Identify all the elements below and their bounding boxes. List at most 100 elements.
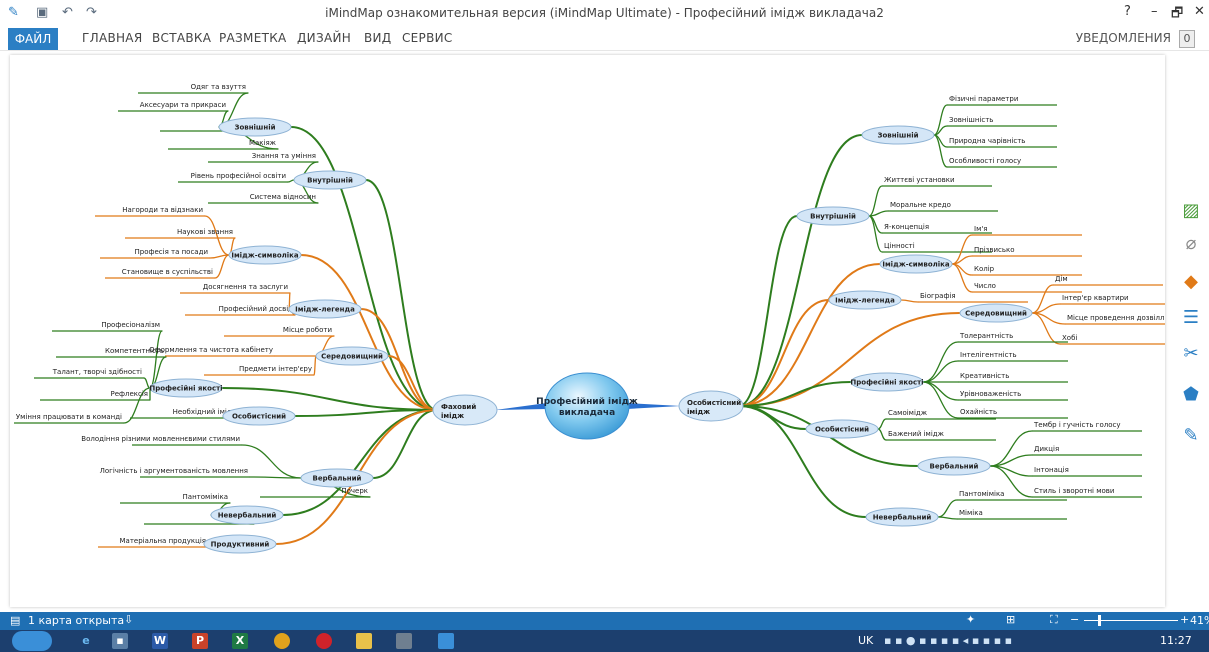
sub-topic-label[interactable]: Професіоналізм: [101, 321, 160, 329]
sub-topic-label[interactable]: Дикція: [1034, 445, 1059, 453]
sub-topic-label[interactable]: Система відносин: [250, 193, 316, 201]
sub-topic-label[interactable]: Досягнення та заслуги: [203, 283, 288, 291]
sub-topic-label[interactable]: Логічність і аргументованість мовлення: [100, 467, 248, 475]
tab-home[interactable]: ГЛАВНАЯ: [82, 31, 142, 45]
sub-topic-label[interactable]: Бажений імідж: [888, 430, 945, 438]
sub-topic-label[interactable]: Одяг та взуття: [191, 83, 246, 91]
sub-topic-label[interactable]: Моральне кредо: [890, 201, 951, 209]
sub-topic-label[interactable]: Хобі: [1062, 334, 1077, 342]
sub-topic-label[interactable]: Наукові звання: [177, 228, 233, 236]
main-topic-label[interactable]: Імідж-легенда: [295, 306, 355, 314]
central-topic-label[interactable]: викладача: [559, 408, 615, 418]
main-topic-label[interactable]: Імідж-символіка: [231, 252, 299, 260]
main-topic-label[interactable]: Професійні якості: [149, 385, 222, 393]
main-topic-label[interactable]: Професійні якості: [850, 379, 923, 387]
sub-topic-label[interactable]: Талант, творчі здібності: [52, 368, 142, 376]
language-indicator[interactable]: UK: [858, 634, 873, 647]
sub-topic-label[interactable]: Охайність: [960, 408, 997, 416]
main-topic-label[interactable]: Імідж-символіка: [882, 261, 950, 269]
sub-topic-label[interactable]: Нагороди та відзнаки: [122, 206, 203, 214]
pin-icon[interactable]: ⇩: [124, 613, 133, 626]
shapes-icon[interactable]: ◆: [1180, 271, 1202, 293]
zoom-out-button[interactable]: −: [1070, 613, 1079, 626]
chrome-icon[interactable]: [274, 633, 290, 649]
hub-label[interactable]: імідж: [441, 412, 464, 420]
tab-layout[interactable]: РАЗМЕТКА: [219, 31, 287, 45]
sub-topic-label[interactable]: Колір: [974, 265, 995, 273]
powerpoint-icon[interactable]: P: [192, 633, 208, 649]
excel-icon[interactable]: X: [232, 633, 248, 649]
sub-topic-label[interactable]: Рефлексія: [110, 390, 148, 398]
main-topic-label[interactable]: Продуктивний: [211, 541, 270, 549]
sub-topic-label[interactable]: Пантоміміка: [959, 490, 1004, 498]
tab-file[interactable]: ФАЙЛ: [8, 28, 58, 50]
main-topic-label[interactable]: Внутрішній: [307, 177, 353, 185]
main-topic-label[interactable]: Особистісний: [232, 413, 286, 421]
sub-topic-label[interactable]: Особливості голосу: [949, 157, 1021, 165]
tab-view[interactable]: ВИД: [364, 31, 391, 45]
ie-icon[interactable]: e: [78, 633, 94, 649]
sub-topic-label[interactable]: Компетентність: [105, 347, 164, 355]
branch-style-icon[interactable]: ✂: [1180, 343, 1202, 365]
main-topic-label[interactable]: Внутрішній: [810, 213, 856, 221]
main-topic-label[interactable]: Імідж-легенда: [835, 297, 895, 305]
tab-insert[interactable]: ВСТАВКА: [152, 31, 211, 45]
opera-icon[interactable]: [316, 633, 332, 649]
calculator-icon[interactable]: [396, 633, 412, 649]
fullscreen-icon[interactable]: ⛶: [1050, 613, 1058, 627]
help-button[interactable]: ?: [1124, 4, 1131, 19]
sub-topic-label[interactable]: Професійний досвід: [219, 305, 294, 313]
brush-icon[interactable]: ✎: [1180, 425, 1202, 447]
sub-topic-label[interactable]: Дім: [1055, 275, 1068, 283]
sub-topic-label[interactable]: Міміка: [959, 509, 983, 517]
word-icon[interactable]: W: [152, 633, 168, 649]
hub-label[interactable]: імідж: [687, 408, 710, 416]
folder-icon[interactable]: [356, 633, 372, 649]
start-button[interactable]: [12, 631, 52, 651]
sub-topic-label[interactable]: Предмети інтер'єру: [239, 365, 312, 373]
sub-topic-label[interactable]: Аксесуари та прикраси: [140, 101, 226, 109]
tag-icon[interactable]: ⬟: [1180, 384, 1202, 406]
sub-topic-label[interactable]: Почерк: [341, 487, 368, 495]
main-topic-label[interactable]: Вербальний: [313, 475, 362, 483]
sub-topic-label[interactable]: Інтер'єр квартири: [1062, 294, 1129, 302]
zoom-in-button[interactable]: +: [1180, 613, 1189, 626]
sub-topic-label[interactable]: Інтелігентність: [960, 351, 1017, 359]
minimize-button[interactable]: –: [1151, 4, 1158, 19]
central-topic-label[interactable]: Професійний імідж: [536, 396, 638, 407]
sub-topic-label[interactable]: Оформлення та чистота кабінету: [149, 346, 273, 354]
main-topic-label[interactable]: Невербальний: [873, 514, 932, 522]
sub-topic-label[interactable]: Становище в суспільстві: [122, 268, 213, 276]
tab-service[interactable]: СЕРВИС: [402, 31, 453, 45]
sub-topic-label[interactable]: Цінності: [884, 242, 915, 250]
sub-topic-label[interactable]: Уміння працювати в команді: [16, 413, 122, 421]
outline-icon[interactable]: ☰: [1180, 307, 1202, 329]
sub-topic-label[interactable]: Знання та уміння: [252, 152, 316, 160]
sub-topic-label[interactable]: Пантоміміка: [183, 493, 228, 501]
sub-topic-label[interactable]: Прізвисько: [974, 246, 1015, 254]
sub-topic-label[interactable]: Макіяж: [249, 139, 277, 147]
close-button[interactable]: ✕: [1194, 4, 1205, 19]
explorer-icon[interactable]: ▪: [112, 633, 128, 649]
main-topic-label[interactable]: Вербальний: [930, 463, 979, 471]
sub-topic-label[interactable]: Ім'я: [974, 225, 987, 233]
present-icon[interactable]: ✦: [966, 613, 975, 626]
main-topic-label[interactable]: Зовнішній: [877, 132, 918, 140]
main-topic-label[interactable]: Особистісний: [815, 426, 869, 434]
hub-label[interactable]: Фаховий: [441, 403, 476, 411]
zoom-slider-thumb[interactable]: [1098, 615, 1101, 626]
sub-topic-label[interactable]: Тембр і гучність голосу: [1033, 421, 1120, 429]
sub-topic-label[interactable]: Місце роботи: [283, 326, 332, 334]
imindmap-taskbar-icon[interactable]: [438, 633, 454, 649]
tab-design[interactable]: ДИЗАЙН: [297, 31, 351, 45]
tray-icons[interactable]: ▪ ▪ ● ▪ ▪ ▪ ▪ ◂ ▪ ▪ ▪ ▪: [884, 634, 1012, 647]
sub-topic-label[interactable]: Толерантність: [959, 332, 1013, 340]
sub-topic-label[interactable]: Життєві установки: [884, 176, 955, 184]
sub-topic-label[interactable]: Число: [974, 282, 996, 290]
main-topic-label[interactable]: Невербальний: [218, 512, 277, 520]
sub-topic-label[interactable]: Я-концепція: [884, 223, 929, 231]
sub-topic-label[interactable]: Природна чарівність: [949, 137, 1025, 145]
main-topic-label[interactable]: Середовищний: [321, 353, 383, 361]
main-topic-label[interactable]: Середовищний: [965, 310, 1027, 318]
sub-topic-label[interactable]: Біографія: [920, 292, 956, 300]
